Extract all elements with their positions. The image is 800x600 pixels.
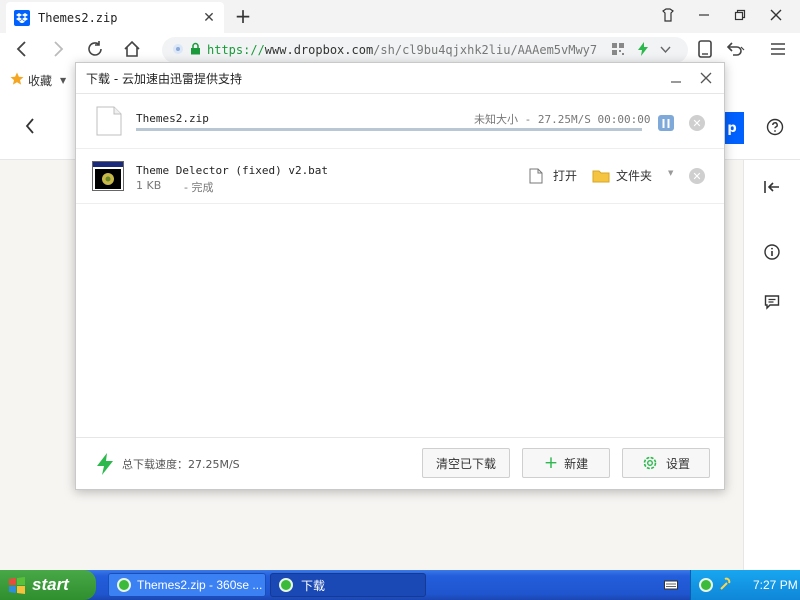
maximize-button[interactable] (722, 0, 758, 30)
page-right-panel (743, 160, 800, 570)
lightning-icon[interactable] (638, 42, 648, 59)
total-speed: 总下载速度：27.25M/S (96, 453, 240, 475)
download-item[interactable]: Theme Delector (fixed) v2.bat 1 KB - 完成 … (76, 149, 724, 204)
url-protocol: https:// (207, 43, 265, 57)
tab-bar: Themes2.zip ✕ + (0, 0, 800, 33)
pause-button[interactable] (658, 115, 674, 131)
download-dialog: 下载 - 云加速由迅雷提供支持 Themes2.zip 未知大小 - 27.25… (75, 62, 725, 490)
dropbox-icon (14, 9, 30, 26)
comment-icon[interactable] (764, 294, 780, 313)
back-button[interactable] (10, 37, 34, 61)
document-icon (529, 168, 543, 183)
bookmarks-label[interactable]: 收藏 (28, 72, 52, 89)
close-window-button[interactable] (758, 0, 794, 30)
qr-icon[interactable] (612, 43, 624, 58)
gear-icon (643, 456, 657, 470)
help-icon[interactable] (766, 118, 784, 139)
star-icon (10, 72, 24, 89)
file-icon (96, 106, 122, 139)
plus-icon: + (543, 453, 559, 473)
taskbar-item-browser[interactable]: Themes2.zip - 360se ... (108, 573, 266, 597)
address-bar[interactable]: https://www.dropbox.com/sh/cl9bu4qjxhk2l… (162, 37, 688, 63)
new-download-button[interactable]: + 新建 (522, 448, 610, 478)
tab-title: Themes2.zip (38, 10, 118, 25)
dialog-footer: 总下载速度：27.25M/S 清空已下载 + 新建 设置 (76, 437, 724, 489)
settings-button[interactable]: 设置 (622, 448, 710, 478)
download-progress-bar (136, 128, 642, 131)
browser-360se-icon (279, 578, 293, 592)
batch-file-icon (92, 161, 124, 194)
folder-icon (592, 170, 610, 182)
download-status: 未知大小 - 27.25M/S 00:00:00 (474, 113, 651, 126)
taskbar: start Themes2.zip - 360se ... 下载 7:27 PM (0, 570, 800, 600)
forward-button[interactable] (46, 37, 70, 61)
progress-fill (136, 128, 642, 131)
taskbar-item-label: Themes2.zip - 360se ... (137, 578, 263, 592)
keyboard-icon[interactable] (664, 579, 678, 594)
download-item[interactable]: Themes2.zip 未知大小 - 27.25M/S 00:00:00 ✕ (76, 94, 724, 149)
tab-themes2[interactable]: Themes2.zip ✕ (6, 2, 224, 33)
download-filename: Themes2.zip (136, 112, 209, 125)
cancel-download-button[interactable]: ✕ (689, 115, 705, 131)
reload-button[interactable] (83, 37, 107, 61)
dialog-titlebar: 下载 - 云加速由迅雷提供支持 (76, 63, 724, 94)
reading-mode-icon[interactable] (693, 37, 717, 61)
collapse-panel-icon[interactable] (764, 180, 780, 197)
start-label: start (32, 575, 69, 594)
tray-tool-icon[interactable] (719, 577, 731, 594)
start-button[interactable]: start (0, 570, 96, 600)
info-icon[interactable] (764, 244, 780, 263)
taskbar-item-downloads[interactable]: 下载 (270, 573, 426, 597)
new-tab-button[interactable]: + (232, 4, 254, 28)
remove-download-button[interactable]: ✕ (689, 168, 705, 184)
total-speed-label: 总下载速度：27.25M/S (122, 458, 240, 471)
tray-clock[interactable]: 7:27 PM (753, 578, 798, 592)
lightning-icon (97, 453, 113, 475)
url-text[interactable]: https://www.dropbox.com/sh/cl9bu4qjxhk2l… (207, 43, 597, 57)
dialog-close-button[interactable] (696, 68, 716, 88)
minimize-button[interactable] (686, 0, 722, 30)
open-file-button[interactable]: 打开 (529, 167, 577, 184)
windows-logo-icon (9, 577, 25, 594)
open-folder-button[interactable]: 文件夹 (592, 167, 652, 184)
dialog-title: 下载 - 云加速由迅雷提供支持 (86, 71, 242, 86)
caret-down-icon[interactable]: ▼ (60, 76, 66, 85)
tray-360se-icon[interactable] (699, 578, 713, 592)
clear-downloaded-button[interactable]: 清空已下载 (422, 448, 510, 478)
lock-icon (190, 42, 201, 58)
tab-close-icon[interactable]: ✕ (202, 10, 216, 26)
browser-360se-icon (117, 578, 131, 592)
download-filename: Theme Delector (fixed) v2.bat (136, 164, 329, 177)
chevron-down-icon[interactable] (660, 43, 671, 57)
site-info-icon[interactable] (172, 43, 184, 58)
undo-close-button[interactable] (724, 37, 748, 61)
dialog-minimize-button[interactable] (666, 68, 686, 88)
home-button[interactable] (120, 37, 144, 61)
more-options-icon[interactable]: ▼ (668, 169, 673, 177)
folder-label: 文件夹 (616, 169, 653, 183)
system-tray: 7:27 PM (690, 570, 800, 600)
navigation-bar: https://www.dropbox.com/sh/cl9bu4qjxhk2l… (0, 33, 800, 65)
url-host: www.dropbox.com (264, 43, 374, 57)
download-status: - 完成 (184, 181, 214, 194)
open-label: 打开 (553, 169, 578, 183)
url-path: /sh/cl9bu4qjxhk2liu/AAAem5vMwy7 (373, 43, 598, 57)
taskbar-item-label: 下载 (301, 578, 326, 593)
restore-tab-icon[interactable] (650, 0, 686, 30)
download-size: 1 KB (136, 179, 162, 192)
page-back-icon[interactable] (25, 118, 35, 137)
menu-button[interactable] (766, 37, 790, 61)
settings-label: 设置 (665, 456, 690, 471)
new-label: 新建 (564, 456, 589, 471)
